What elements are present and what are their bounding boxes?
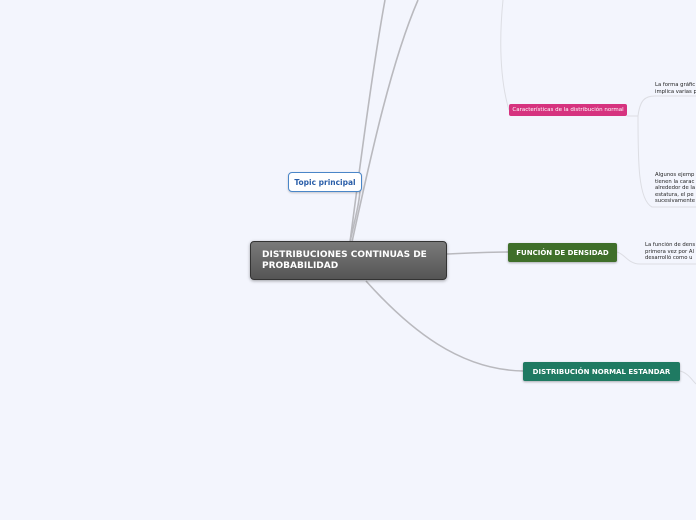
topic-principal-label: Topic principal	[294, 177, 356, 187]
subtopic-funcion-densidad-node[interactable]: FUNCIÓN DE DENSIDAD	[508, 243, 617, 262]
subtopic-caracteristicas-node[interactable]: Características de la distribución norma…	[509, 104, 627, 116]
subtopic-normal-estandar-node[interactable]: DISTRIBUCIÓN NORMAL ESTANDAR	[523, 362, 680, 381]
central-topic-node[interactable]: DISTRIBUCIONES CONTINUAS DE PROBABILIDAD	[250, 241, 447, 280]
subtopic-caracteristicas-label: Características de la distribución norma…	[512, 107, 624, 113]
subtopic-funcion-densidad-label: FUNCIÓN DE DENSIDAD	[516, 248, 609, 257]
link-note-forma	[637, 95, 696, 117]
link-central-normal	[365, 280, 524, 372]
topic-principal-node[interactable]: Topic principal	[288, 172, 362, 192]
central-topic-label: DISTRIBUCIONES CONTINUAS DE PROBABILIDAD	[262, 249, 427, 271]
note-funcion-densidad[interactable]: La función de dens primera vez por Al de…	[645, 242, 696, 262]
note-algunos-ejemplos[interactable]: Algunos ejemp tienen la carac alrededor …	[655, 172, 696, 205]
note-forma-grafica[interactable]: La forma gráfic implica varias p	[655, 82, 696, 95]
link-normal-next	[679, 370, 696, 385]
subtopic-normal-estandar-label: DISTRIBUCIÓN NORMAL ESTANDAR	[532, 367, 671, 376]
link-central-funcion	[446, 251, 509, 255]
link-branch-caracteristicas	[500, 0, 510, 111]
link-central-top-right	[351, 0, 419, 243]
